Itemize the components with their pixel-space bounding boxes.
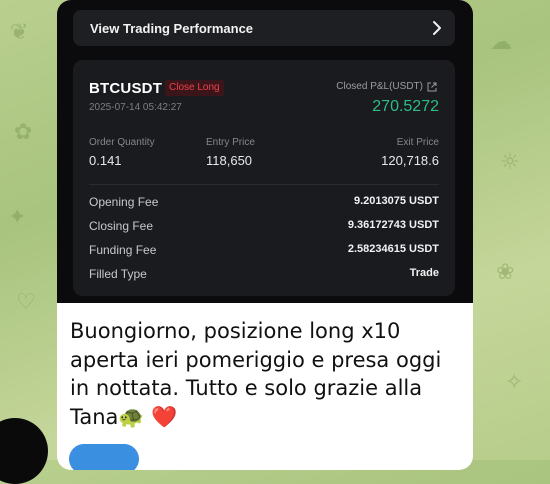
closing-fee-value: 9.36172743 USDT: [347, 219, 439, 231]
closed-pnl-label[interactable]: Closed P&L(USDT): [336, 81, 437, 92]
sender-avatar[interactable]: [0, 418, 48, 484]
doodle-flower-icon: ✿: [14, 120, 33, 145]
trade-timestamp: 2025-07-14 05:42:27: [89, 102, 182, 113]
entry-price-value: 118,650: [206, 153, 253, 168]
message-bubble[interactable]: View Trading Performance BTCUSDT Close L…: [57, 0, 473, 470]
exit-price-label: Exit Price: [396, 137, 439, 148]
doodle-heart-icon: ♡: [16, 290, 36, 315]
order-quantity-value: 0.141: [89, 153, 122, 168]
turtle-emoji-icon: 🐢: [118, 404, 145, 429]
doodle-flower-icon: ❀: [496, 260, 515, 285]
funding-fee-label: Funding Fee: [89, 243, 157, 257]
doodle-cloud-icon: ☁: [490, 30, 512, 55]
doodle-star-icon: ✧: [505, 370, 524, 395]
order-quantity-label: Order Quantity: [89, 137, 155, 148]
chevron-right-icon: [433, 21, 441, 35]
closing-fee-label: Closing Fee: [89, 219, 154, 233]
funding-fee-value: 2.58234615 USDT: [347, 243, 439, 255]
view-trading-performance-label: View Trading Performance: [90, 21, 254, 36]
exit-price-value: 120,718.6: [381, 153, 439, 168]
doodle-sun-icon: ☼: [500, 150, 520, 175]
opening-fee-value: 9.2013075 USDT: [354, 195, 439, 207]
reaction-button[interactable]: [69, 444, 139, 470]
close-long-badge: Close Long: [165, 80, 224, 96]
doodle-leaf-icon: ❦: [10, 20, 29, 45]
doodle-star-icon: ✦: [8, 205, 27, 230]
closed-pnl-label-text: Closed P&L(USDT): [336, 81, 423, 92]
message-text: Buongiorno, posizione long x10 aperta ie…: [70, 317, 465, 431]
trade-card: BTCUSDT Close Long 2025-07-14 05:42:27 C…: [73, 60, 455, 296]
heart-emoji-icon: ❤️: [151, 404, 178, 429]
symbol-label: BTCUSDT: [89, 80, 163, 97]
card-divider: [89, 184, 439, 185]
filled-type-label: Filled Type: [89, 267, 147, 281]
closed-pnl-value: 270.5272: [372, 98, 439, 115]
filled-type-value: Trade: [409, 267, 439, 279]
external-link-icon[interactable]: [427, 82, 437, 92]
entry-price-label: Entry Price: [206, 137, 255, 148]
view-trading-performance-button[interactable]: View Trading Performance: [73, 10, 455, 46]
trade-screenshot-image[interactable]: View Trading Performance BTCUSDT Close L…: [57, 0, 473, 303]
opening-fee-label: Opening Fee: [89, 195, 159, 209]
